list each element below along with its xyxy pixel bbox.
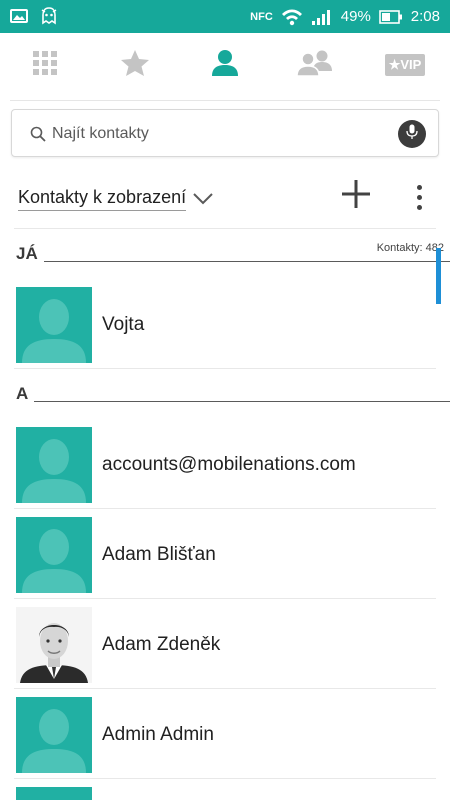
gallery-icon [10,8,28,24]
battery-percent: 49% [340,8,371,25]
avatar [16,697,92,773]
contact-row[interactable]: Vojta [0,279,450,369]
mic-button[interactable] [398,120,426,148]
avatar [16,427,92,503]
section-header-a: A [16,380,450,404]
tab-divider [10,100,440,101]
divider [14,778,436,779]
tab-vip[interactable]: ★VIP [360,33,450,97]
section-letter: A [16,384,29,403]
avatar [16,287,92,363]
contacts-count: Kontakty: 482 [376,242,444,254]
filter-label: Kontakty k zobrazení [18,187,187,211]
tab-groups[interactable] [270,33,360,97]
section-line [44,261,450,262]
signal-icon [311,8,333,26]
person-placeholder-icon [22,529,86,593]
divider [14,228,436,229]
tab-dialer[interactable] [0,33,90,97]
contact-name: Vojta [102,314,145,335]
grid-icon [32,50,58,81]
contact-name: accounts@mobilenations.com [102,454,356,475]
section-letter: JÁ [16,244,38,263]
person-photo [16,607,92,683]
search-icon [30,126,46,147]
contact-row[interactable]: Adam Blišťan [0,509,450,599]
contacts-filter-dropdown[interactable]: Kontakty k zobrazení [18,184,214,214]
vip-icon: ★VIP [384,54,426,76]
plus-icon [341,179,371,214]
contact-name: Admin Admin [102,724,214,745]
tab-contacts[interactable] [180,33,270,97]
wifi-icon [281,8,303,26]
status-bar: NFC 49% 2:08 [0,0,450,33]
add-contact-button[interactable] [338,178,374,214]
more-vert-icon [416,184,422,190]
avatar [16,517,92,593]
section-line [34,401,450,402]
contact-name: Adam Blišťan [102,544,216,565]
group-icon [296,49,334,82]
person-placeholder-icon [22,299,86,363]
search-box [11,109,439,157]
divider [14,368,436,369]
tab-favorites[interactable] [90,33,180,97]
more-options-button[interactable] [408,180,430,214]
tab-bar: ★VIP [0,33,450,101]
contact-row[interactable]: Adam Zdeněk [0,599,450,689]
person-icon [211,49,239,82]
avatar-partial [16,787,92,800]
contact-row[interactable]: accounts@mobilenations.com [0,419,450,509]
mic-icon [406,124,418,145]
star-icon [120,49,150,82]
contact-name: Adam Zdeněk [102,634,221,655]
contact-row[interactable]: Admin Admin [0,689,450,779]
clock: 2:08 [410,8,440,25]
person-placeholder-icon [22,709,86,773]
ghost-icon [40,6,58,26]
chevron-down-icon [192,192,214,211]
person-placeholder-icon [22,439,86,503]
battery-icon [378,9,403,25]
avatar-photo [16,607,92,683]
search-input[interactable] [52,120,392,148]
nfc-icon: NFC [250,10,273,23]
